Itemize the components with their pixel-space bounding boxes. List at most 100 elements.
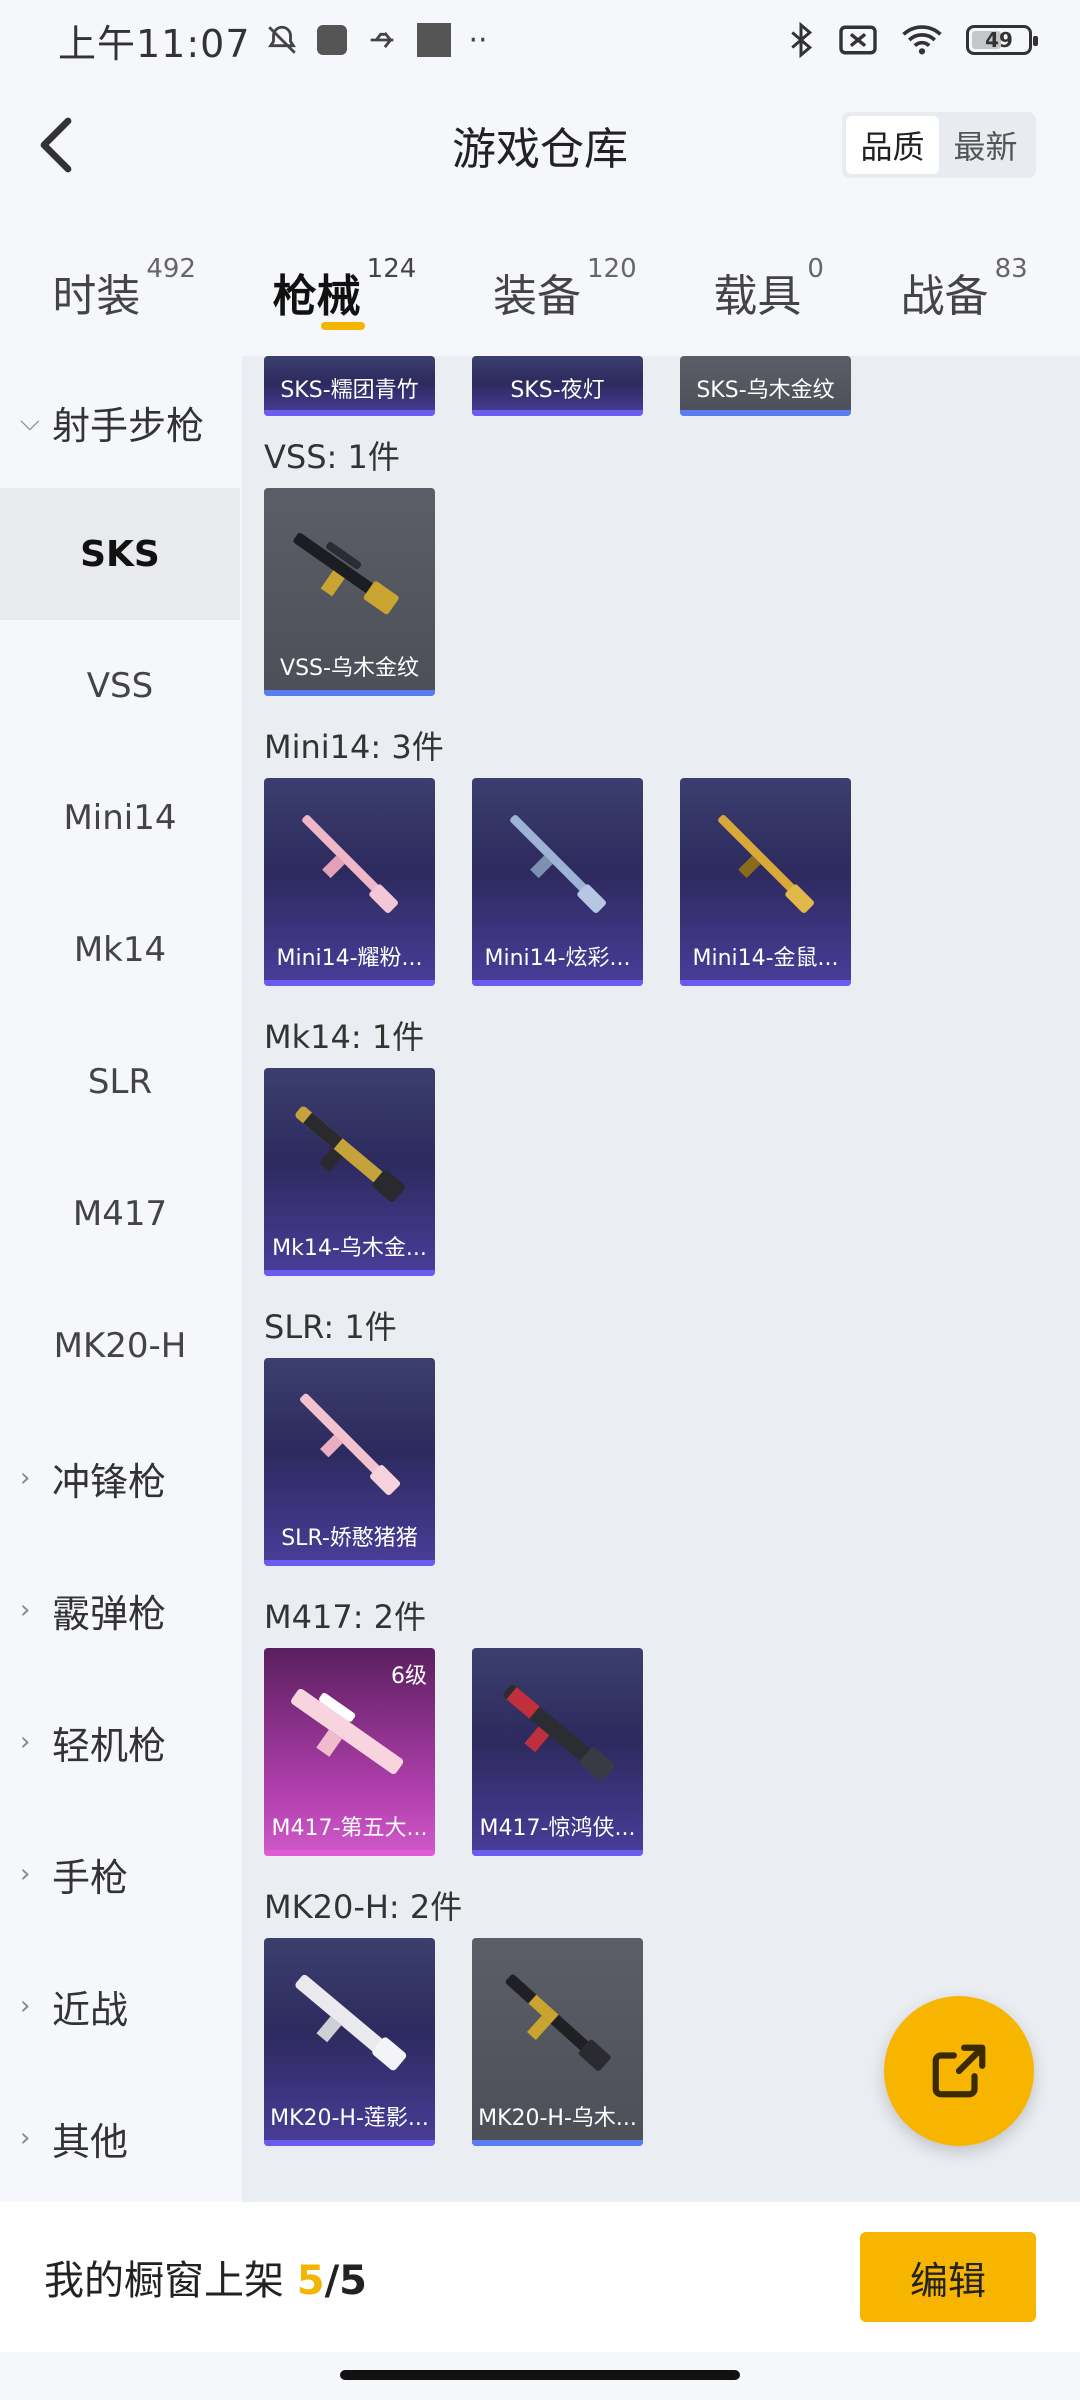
tab-fashion[interactable]: 时装 492 xyxy=(52,230,196,340)
chevron-right-icon: › xyxy=(20,1859,31,1889)
active-tab-indicator xyxy=(320,322,365,330)
weapon-image xyxy=(300,1393,401,1496)
rarity-bar xyxy=(264,1560,435,1566)
rarity-bar xyxy=(264,2140,435,2146)
skin-name: Mini14-耀粉... xyxy=(276,946,423,971)
showcase-status: 我的橱窗上架 5/5 xyxy=(44,2248,367,2306)
sidebar-item-mk14[interactable]: Mk14 xyxy=(0,884,240,1016)
group-label: Mk14: 1件 xyxy=(264,1018,425,1056)
chevron-right-icon: › xyxy=(20,1991,31,2021)
status-right-icons: 49 xyxy=(786,21,1038,59)
page-title: 游戏仓库 xyxy=(452,124,628,175)
sidebar-category-melee[interactable]: › 近战 xyxy=(0,1940,240,2072)
vss-row: VSS-乌木金纹 xyxy=(242,488,1080,696)
rarity-bar xyxy=(264,690,435,696)
tab-equipment[interactable]: 装备 120 xyxy=(493,230,637,340)
weapon-image xyxy=(291,1688,404,1774)
skin-name: SKS-夜灯 xyxy=(510,378,605,403)
share-fab-button[interactable] xyxy=(884,1996,1034,2146)
sidebar-item-m417[interactable]: M417 xyxy=(0,1148,240,1280)
weapon-image xyxy=(295,1974,407,2071)
battery-icon: 49 xyxy=(966,25,1038,55)
skin-card[interactable]: Mini14-耀粉... xyxy=(264,778,435,986)
sidebar-category-pistol[interactable]: › 手枪 xyxy=(0,1808,240,1940)
skin-card[interactable]: SKS-乌木金纹 xyxy=(680,356,851,416)
chevron-right-icon: › xyxy=(20,1463,31,1493)
skin-card[interactable]: SKS-糯团青竹 xyxy=(264,356,435,416)
sidebar-category-marksman[interactable]: ⌵ 射手步枪 xyxy=(0,356,240,488)
skin-name: Mini14-金鼠... xyxy=(692,946,839,971)
skin-name: VSS-乌木金纹 xyxy=(280,656,419,681)
sort-quality-button[interactable]: 品质 xyxy=(846,116,939,174)
app-icon xyxy=(316,25,347,55)
sks-row: SKS-糯团青竹 SKS-夜灯 SKS-乌木金纹 xyxy=(242,356,1080,416)
skin-card[interactable]: Mini14-金鼠... xyxy=(680,778,851,986)
sidebar-category-smg[interactable]: › 冲锋枪 xyxy=(0,1412,240,1544)
sidebar-category-label: 近战 xyxy=(52,1987,129,2032)
more-icon: ·· xyxy=(468,22,488,58)
back-button[interactable] xyxy=(26,115,86,175)
weapon-image xyxy=(302,815,398,913)
skin-name: MK20-H-乌木... xyxy=(478,2106,637,2131)
skin-name: SKS-乌木金纹 xyxy=(696,378,835,403)
no-sim-icon xyxy=(839,25,877,55)
tab-count: 83 xyxy=(994,254,1028,284)
rarity-bar xyxy=(264,1850,435,1856)
tab-count: 120 xyxy=(587,254,637,284)
skin-card[interactable]: MK20-H-乌木... xyxy=(472,1938,643,2146)
home-indicator[interactable] xyxy=(340,2370,740,2380)
sidebar-category-lmg[interactable]: › 轻机枪 xyxy=(0,1676,240,1808)
skin-card[interactable]: M417-惊鸿侠... xyxy=(472,1648,643,1856)
weapon-sidebar: ⌵ 射手步枪 SKS VSS Mini14 Mk14 SLR M417 MK20… xyxy=(0,356,240,2202)
skin-card[interactable]: Mini14-炫彩... xyxy=(472,778,643,986)
skin-card[interactable]: 6级 M417-第五大... xyxy=(264,1648,435,1856)
chevron-right-icon: › xyxy=(20,1595,31,1625)
sort-latest-button[interactable]: 最新 xyxy=(939,116,1032,174)
sidebar-category-label: 手枪 xyxy=(52,1855,129,1900)
tab-count: 0 xyxy=(807,254,824,284)
sidebar-category-other[interactable]: › 其他 xyxy=(0,2072,240,2204)
wifi-icon xyxy=(902,25,942,55)
showcase-separator: / xyxy=(324,2258,340,2304)
chevron-right-icon: › xyxy=(20,2123,31,2153)
weapon-image xyxy=(505,1974,611,2071)
tab-guns[interactable]: 枪械 124 xyxy=(273,230,416,340)
usb-icon xyxy=(370,32,393,48)
sidebar-item-mini14[interactable]: Mini14 xyxy=(0,752,240,884)
header: 游戏仓库 品质 最新 xyxy=(0,95,1080,195)
rarity-bar xyxy=(472,410,643,416)
bell-off-icon xyxy=(267,25,296,54)
sidebar-item-mk20h[interactable]: MK20-H xyxy=(0,1280,240,1412)
skin-card[interactable]: SLR-娇憨猪猪 xyxy=(264,1358,435,1566)
sidebar-category-label: 其他 xyxy=(52,2119,129,2164)
sidebar-item-vss[interactable]: VSS xyxy=(0,620,240,752)
group-label: SLR: 1件 xyxy=(264,1308,397,1346)
skin-card[interactable]: MK20-H-莲影... xyxy=(264,1938,435,2146)
showcase-total: 5 xyxy=(339,2258,368,2304)
skin-card[interactable]: VSS-乌木金纹 xyxy=(264,488,435,696)
rarity-bar xyxy=(264,1270,435,1276)
skin-card[interactable]: SKS-夜灯 xyxy=(472,356,643,416)
sidebar-category-shotgun[interactable]: › 霰弹枪 xyxy=(0,1544,240,1676)
sidebar-item-slr[interactable]: SLR xyxy=(0,1016,240,1148)
share-icon xyxy=(932,2044,986,2098)
tab-label: 载具 xyxy=(713,271,802,322)
tab-supplies[interactable]: 战备 83 xyxy=(901,230,1028,340)
rarity-bar xyxy=(472,2140,643,2146)
tab-label: 装备 xyxy=(493,271,581,322)
sort-toggle: 品质 最新 xyxy=(842,112,1036,178)
showcase-count: 5 xyxy=(296,2258,325,2304)
skin-card[interactable]: Mk14-乌木金... xyxy=(264,1068,435,1276)
skin-name: SLR-娇憨猪猪 xyxy=(281,1526,418,1551)
mini14-row: Mini14-耀粉... Mini14-炫彩... Mini14-金鼠... xyxy=(242,778,1080,986)
sidebar-item-sks[interactable]: SKS xyxy=(0,488,240,620)
edit-button[interactable]: 编辑 xyxy=(860,2232,1036,2322)
rarity-bar xyxy=(680,980,851,986)
sidebar-category-label: 射手步枪 xyxy=(52,403,205,448)
rarity-bar xyxy=(472,980,643,986)
rarity-bar xyxy=(264,410,435,416)
skin-name: M417-惊鸿侠... xyxy=(479,1816,636,1841)
group-label: MK20-H: 2件 xyxy=(264,1888,463,1926)
sidebar-category-label: 冲锋枪 xyxy=(52,1459,167,1504)
tab-vehicles[interactable]: 载具 0 xyxy=(713,230,824,340)
